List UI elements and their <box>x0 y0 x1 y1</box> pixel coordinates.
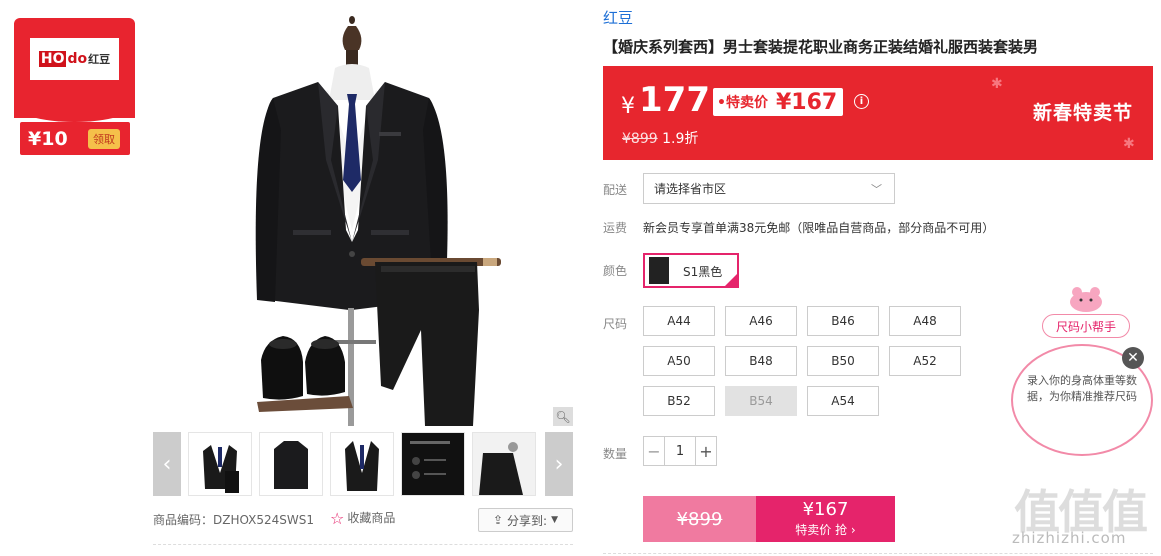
selected-check-icon <box>725 274 737 286</box>
thumbnail[interactable] <box>259 432 323 496</box>
thumb-next-button[interactable]: › <box>545 432 573 496</box>
coupon-value: ¥10 <box>28 127 68 150</box>
star-icon: ☆ <box>330 509 345 528</box>
divider <box>153 544 573 545</box>
thumbnail[interactable] <box>330 432 394 496</box>
quantity-stepper: − 1 + <box>643 436 717 466</box>
currency-symbol: ¥ <box>621 94 635 119</box>
size-label: 尺码 <box>603 317 628 331</box>
size-option[interactable]: B50 <box>807 346 879 376</box>
original-price-button[interactable]: ¥899 <box>643 496 756 542</box>
color-option-label: S1黑色 <box>683 265 723 279</box>
delivery-label: 配送 <box>603 183 628 197</box>
close-icon[interactable]: ✕ <box>1122 347 1144 369</box>
size-option[interactable]: A52 <box>889 346 961 376</box>
product-code: 商品编码：DZHOX524SWS1 <box>153 513 315 527</box>
buy-cta: 特卖价 抢 › <box>795 523 856 537</box>
product-title: 【婚庆系列套西】男士套装提花职业商务正装结婚礼服西装套装男 <box>603 38 1039 56</box>
favorite-label: 收藏商品 <box>347 511 396 525</box>
share-label: 分享到: <box>507 513 548 528</box>
size-helper-title[interactable]: 尺码小帮手 <box>1042 314 1130 338</box>
thumbnail[interactable] <box>401 432 465 496</box>
share-button[interactable]: ⇪ 分享到: ▼ <box>478 508 573 532</box>
discount-rate: 1.9折 <box>662 131 699 147</box>
thumbnail[interactable] <box>472 432 536 496</box>
special-price-amount: ¥167 <box>775 89 838 115</box>
original-price: ¥899 <box>622 131 658 147</box>
suit-illustration <box>255 16 501 426</box>
quantity-decrease-button[interactable]: − <box>644 437 664 465</box>
buy-now-button[interactable]: ¥167 特卖价 抢 › <box>756 496 895 542</box>
watermark-url: zhizhizhi.com <box>1012 529 1127 547</box>
thumbnail-strip: ‹ › <box>153 432 573 496</box>
size-option[interactable]: A44 <box>643 306 715 336</box>
logo-do: do <box>67 51 88 67</box>
store-coupon[interactable]: HO do 红豆 ¥10 领取 <box>14 18 135 156</box>
sparkle-decoration: ✱ <box>991 76 1003 92</box>
sparkle-decoration: ✱ <box>1123 136 1135 152</box>
buy-price: ¥167 <box>802 499 849 520</box>
buy-bar: ¥899 ¥167 特卖价 抢 › <box>643 496 895 542</box>
favorite-button[interactable]: ☆ 收藏商品 <box>330 509 395 528</box>
info-icon[interactable]: i <box>854 94 869 109</box>
color-swatch <box>649 257 669 284</box>
logo-ho: HO <box>38 51 67 67</box>
color-label: 颜色 <box>603 264 628 278</box>
size-option: B54 <box>725 386 797 416</box>
special-price-label: •特卖价 <box>717 95 768 111</box>
size-option[interactable]: A54 <box>807 386 879 416</box>
bookmarks-bar <box>0 0 1161 6</box>
chevron-down-icon: ﹀ <box>871 183 882 196</box>
original-price-line: ¥899 1.9折 <box>622 128 698 148</box>
special-price-tag: •特卖价 ¥167 <box>713 88 844 116</box>
shipping-info: 新会员专享首单满38元免邮（限唯品自营商品，部分商品不可用） <box>643 221 995 235</box>
magnifier-icon[interactable]: 🔍︎ <box>553 407 573 426</box>
chevron-down-icon: ▼ <box>551 515 559 525</box>
region-placeholder: 请选择省市区 <box>654 182 727 196</box>
logo-cn: 红豆 <box>88 53 111 66</box>
festival-label: 新春特卖节 <box>1033 102 1134 124</box>
size-option[interactable]: B48 <box>725 346 797 376</box>
coupon-wave <box>14 104 135 122</box>
shipping-label: 运费 <box>603 221 628 235</box>
size-helper-tip: 录入你的身高体重等数据，为你精准推荐尺码 <box>1027 374 1137 403</box>
size-option[interactable]: B52 <box>643 386 715 416</box>
size-option[interactable]: A50 <box>643 346 715 376</box>
coupon-card: HO do 红豆 <box>14 18 135 118</box>
mascot-icon <box>1070 287 1102 312</box>
coupon-bottom: ¥10 领取 <box>20 122 130 155</box>
thumb-prev-button[interactable]: ‹ <box>153 432 181 496</box>
color-option-selected[interactable]: S1黑色 <box>643 253 739 288</box>
quantity-value[interactable]: 1 <box>664 437 696 465</box>
buy-original-price: ¥899 <box>676 508 723 530</box>
size-helper-widget[interactable]: 尺码小帮手 录入你的身高体重等数据，为你精准推荐尺码 ✕ <box>1011 286 1153 456</box>
size-option[interactable]: B46 <box>807 306 879 336</box>
main-price: 177 <box>639 80 710 120</box>
brand-logo: HO do 红豆 <box>30 38 119 80</box>
quantity-increase-button[interactable]: + <box>696 437 716 465</box>
thumbnail[interactable] <box>188 432 252 496</box>
size-option[interactable]: A48 <box>889 306 961 336</box>
share-icon: ⇪ <box>492 513 504 527</box>
product-main-image[interactable] <box>153 10 573 426</box>
region-select[interactable]: 请选择省市区 ﹀ <box>643 173 895 204</box>
quantity-label: 数量 <box>603 447 628 461</box>
watermark: 值值值 zhizhizhi.com <box>1012 476 1157 554</box>
brand-link[interactable]: 红豆 <box>603 7 633 28</box>
coupon-claim-button[interactable]: 领取 <box>88 128 120 149</box>
size-option[interactable]: A46 <box>725 306 797 336</box>
price-banner: ✱ ✱ ¥ 177 •特卖价 ¥167 i ¥899 1.9折 新春特卖节 <box>603 66 1153 160</box>
